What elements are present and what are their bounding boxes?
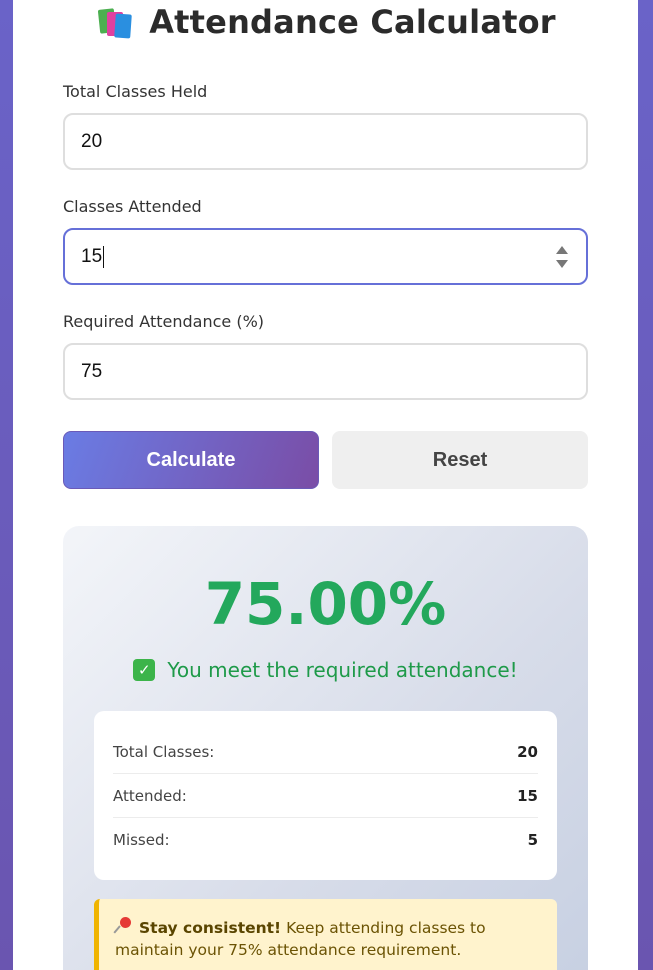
stat-value: 5 (527, 831, 538, 849)
check-icon: ✓ (133, 659, 156, 681)
classes-attended-input[interactable]: 15 (63, 228, 588, 285)
stat-row-attended: Attended: 15 (113, 774, 538, 818)
classes-attended-field: Classes Attended 15 (63, 197, 588, 285)
stat-value: 20 (517, 742, 538, 761)
number-spinner-icon[interactable] (556, 246, 568, 268)
stats-box: Total Classes: 20 Attended: 15 Missed: 5 (94, 711, 557, 880)
spinner-down-icon[interactable] (556, 260, 568, 268)
total-classes-field: Total Classes Held 20 (63, 82, 588, 170)
result-panel: 75.00% ✓ You meet the required attendanc… (63, 526, 588, 970)
required-attendance-input[interactable]: 75 (63, 343, 588, 400)
required-attendance-field: Required Attendance (%) 75 (63, 312, 588, 400)
status-message-text: You meet the required attendance! (167, 658, 518, 682)
total-classes-label: Total Classes Held (63, 82, 208, 101)
stat-label: Attended: (113, 786, 187, 805)
tip-box: Stay consistent! Keep attending classes … (94, 899, 557, 970)
header: Attendance Calculator (13, 0, 638, 44)
classes-attended-label: Classes Attended (63, 197, 202, 216)
calculate-button[interactable]: Calculate (63, 431, 319, 489)
status-message: ✓ You meet the required attendance! (63, 658, 588, 682)
books-icon (97, 5, 135, 39)
page-title: Attendance Calculator (149, 3, 556, 41)
spinner-up-icon[interactable] (556, 246, 568, 254)
total-classes-input[interactable]: 20 (63, 113, 588, 170)
stat-value: 15 (517, 786, 538, 805)
calculator-card: Attendance Calculator Total Classes Held… (13, 0, 638, 970)
text-caret (103, 245, 105, 268)
attendance-percentage: 75.00% (204, 570, 447, 638)
stat-row-total: Total Classes: 20 (113, 730, 538, 774)
stat-label: Total Classes: (113, 742, 215, 761)
reset-button[interactable]: Reset (332, 431, 588, 489)
stat-label: Missed: (113, 831, 170, 849)
tip-bold: Stay consistent! (139, 919, 282, 937)
pin-icon (113, 917, 133, 935)
stat-row-missed: Missed: 5 (113, 818, 538, 862)
required-attendance-label: Required Attendance (%) (63, 312, 265, 331)
